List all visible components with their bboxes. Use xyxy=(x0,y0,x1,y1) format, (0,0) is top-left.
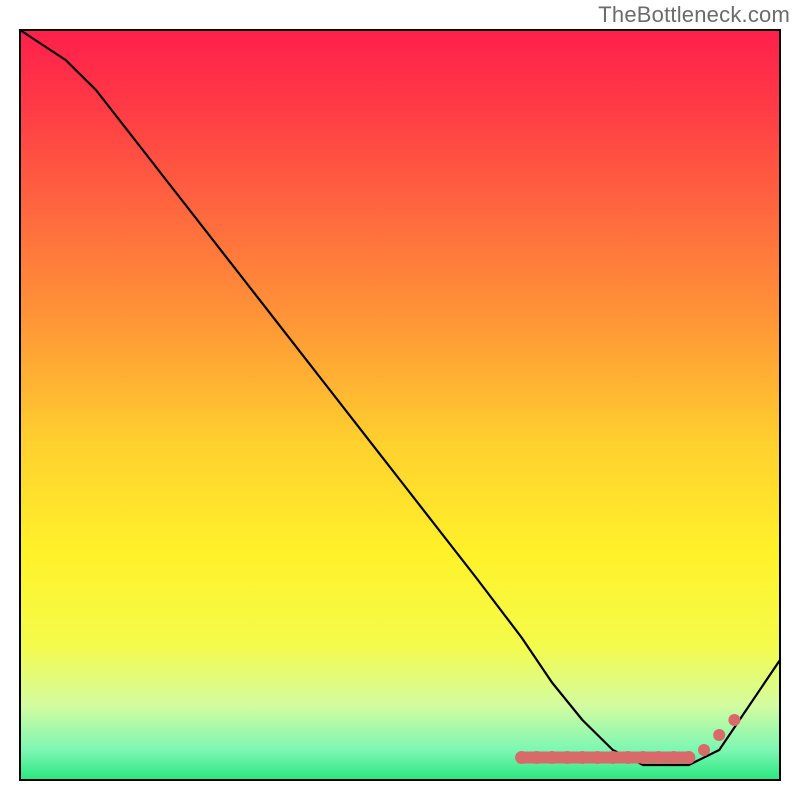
watermark-text: TheBottleneck.com xyxy=(598,2,790,28)
chart-container: TheBottleneck.com xyxy=(0,0,800,800)
marker-dot xyxy=(576,751,589,764)
marker-dot xyxy=(515,751,528,764)
gradient-background xyxy=(20,30,780,780)
marker-dot xyxy=(591,751,604,764)
marker-dot xyxy=(728,714,740,726)
marker-dot xyxy=(637,751,650,764)
marker-dot xyxy=(682,751,695,764)
marker-dot xyxy=(652,751,665,764)
marker-dot xyxy=(667,751,680,764)
marker-dot xyxy=(622,751,635,764)
marker-dot xyxy=(713,729,725,741)
marker-dot xyxy=(530,751,543,764)
marker-dot xyxy=(698,744,710,756)
plot-area xyxy=(20,30,780,780)
chart-svg xyxy=(0,0,800,800)
marker-dot xyxy=(606,751,619,764)
marker-dot xyxy=(546,751,559,764)
marker-dot xyxy=(561,751,574,764)
